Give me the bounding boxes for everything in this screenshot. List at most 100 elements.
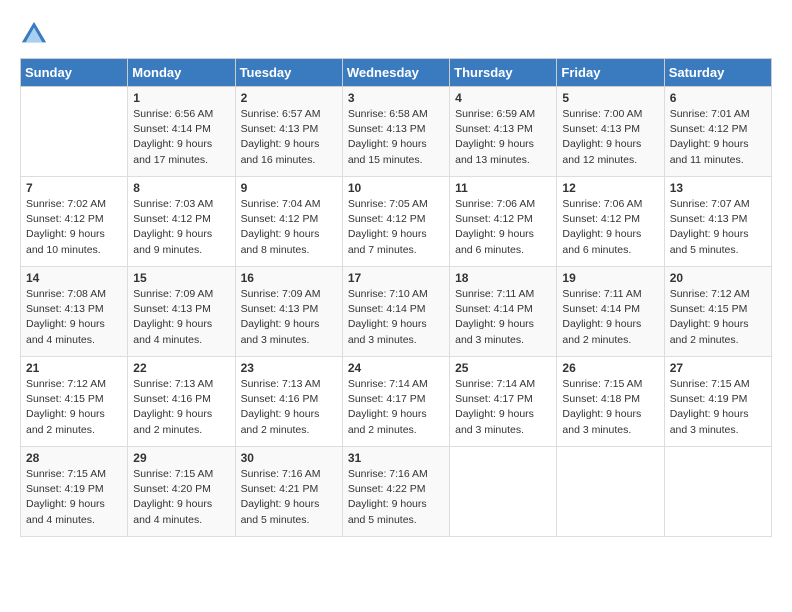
day-info: Sunrise: 7:12 AMSunset: 4:15 PMDaylight:… bbox=[26, 377, 122, 438]
day-number: 4 bbox=[455, 91, 551, 105]
calendar-cell: 15 Sunrise: 7:09 AMSunset: 4:13 PMDayligh… bbox=[128, 267, 235, 357]
calendar-cell: 22Sunrise: 7:13 AMSunset: 4:16 PMDayligh… bbox=[128, 357, 235, 447]
calendar-cell: 12 Sunrise: 7:06 AMSunset: 4:12 PMDayligh… bbox=[557, 177, 664, 267]
calendar-cell: 5 Sunrise: 7:00 AMSunset: 4:13 PMDaylight… bbox=[557, 87, 664, 177]
day-info: Sunrise: 7:10 AMSunset: 4:14 PMDaylight:… bbox=[348, 287, 444, 348]
calendar-week-row: 21 Sunrise: 7:12 AMSunset: 4:15 PMDayligh… bbox=[21, 357, 772, 447]
calendar-cell: 18 Sunrise: 7:11 AMSunset: 4:14 PMDayligh… bbox=[450, 267, 557, 357]
calendar-week-row: 7Sunrise: 7:02 AMSunset: 4:12 PMDaylight… bbox=[21, 177, 772, 267]
calendar-cell: 23Sunrise: 7:13 AMSunset: 4:16 PMDayligh… bbox=[235, 357, 342, 447]
weekday-header: Thursday bbox=[450, 59, 557, 87]
day-number: 1 bbox=[133, 91, 229, 105]
calendar-cell: 25 Sunrise: 7:14 AMSunset: 4:17 PMDayligh… bbox=[450, 357, 557, 447]
day-number: 15 bbox=[133, 271, 229, 285]
day-info: Sunrise: 7:04 AMSunset: 4:12 PMDaylight:… bbox=[241, 197, 337, 258]
day-info: Sunrise: 7:11 AMSunset: 4:14 PMDaylight:… bbox=[562, 287, 658, 348]
day-info: Sunrise: 7:11 AMSunset: 4:14 PMDaylight:… bbox=[455, 287, 551, 348]
day-number: 28 bbox=[26, 451, 122, 465]
day-info: Sunrise: 7:15 AMSunset: 4:19 PMDaylight:… bbox=[26, 467, 122, 528]
day-number: 8 bbox=[133, 181, 229, 195]
day-info: Sunrise: 6:58 AMSunset: 4:13 PMDaylight:… bbox=[348, 107, 444, 168]
day-number: 27 bbox=[670, 361, 766, 375]
day-info: Sunrise: 6:56 AMSunset: 4:14 PMDaylight:… bbox=[133, 107, 229, 168]
calendar-cell: 16Sunrise: 7:09 AMSunset: 4:13 PMDayligh… bbox=[235, 267, 342, 357]
day-info: Sunrise: 7:12 AMSunset: 4:15 PMDaylight:… bbox=[670, 287, 766, 348]
day-number: 7 bbox=[26, 181, 122, 195]
calendar-cell: 24 Sunrise: 7:14 AMSunset: 4:17 PMDayligh… bbox=[342, 357, 449, 447]
calendar-cell: 13 Sunrise: 7:07 AMSunset: 4:13 PMDayligh… bbox=[664, 177, 771, 267]
calendar-cell: 11 Sunrise: 7:06 AMSunset: 4:12 PMDayligh… bbox=[450, 177, 557, 267]
calendar-week-row: 28 Sunrise: 7:15 AMSunset: 4:19 PMDayligh… bbox=[21, 447, 772, 537]
day-number: 17 bbox=[348, 271, 444, 285]
day-number: 2 bbox=[241, 91, 337, 105]
calendar-cell: 4Sunrise: 6:59 AMSunset: 4:13 PMDaylight… bbox=[450, 87, 557, 177]
day-info: Sunrise: 7:05 AMSunset: 4:12 PMDaylight:… bbox=[348, 197, 444, 258]
day-info: Sunrise: 7:00 AMSunset: 4:13 PMDaylight:… bbox=[562, 107, 658, 168]
day-info: Sunrise: 7:09 AMSunset: 4:13 PMDaylight:… bbox=[133, 287, 229, 348]
day-number: 10 bbox=[348, 181, 444, 195]
day-number: 12 bbox=[562, 181, 658, 195]
day-info: Sunrise: 6:57 AMSunset: 4:13 PMDaylight:… bbox=[241, 107, 337, 168]
page-header bbox=[20, 20, 772, 48]
day-number: 6 bbox=[670, 91, 766, 105]
day-info: Sunrise: 7:16 AMSunset: 4:21 PMDaylight:… bbox=[241, 467, 337, 528]
day-number: 22 bbox=[133, 361, 229, 375]
day-number: 30 bbox=[241, 451, 337, 465]
day-info: Sunrise: 7:07 AMSunset: 4:13 PMDaylight:… bbox=[670, 197, 766, 258]
calendar-cell: 2 Sunrise: 6:57 AMSunset: 4:13 PMDaylight… bbox=[235, 87, 342, 177]
calendar-cell: 20 Sunrise: 7:12 AMSunset: 4:15 PMDayligh… bbox=[664, 267, 771, 357]
day-number: 31 bbox=[348, 451, 444, 465]
day-number: 20 bbox=[670, 271, 766, 285]
logo-icon bbox=[20, 20, 48, 48]
weekday-header-row: SundayMondayTuesdayWednesdayThursdayFrid… bbox=[21, 59, 772, 87]
calendar-cell bbox=[21, 87, 128, 177]
day-number: 29 bbox=[133, 451, 229, 465]
day-number: 18 bbox=[455, 271, 551, 285]
day-number: 21 bbox=[26, 361, 122, 375]
weekday-header: Friday bbox=[557, 59, 664, 87]
calendar-cell: 7Sunrise: 7:02 AMSunset: 4:12 PMDaylight… bbox=[21, 177, 128, 267]
calendar-cell: 14 Sunrise: 7:08 AMSunset: 4:13 PMDayligh… bbox=[21, 267, 128, 357]
day-info: Sunrise: 7:01 AMSunset: 4:12 PMDaylight:… bbox=[670, 107, 766, 168]
day-number: 19 bbox=[562, 271, 658, 285]
day-info: Sunrise: 7:08 AMSunset: 4:13 PMDaylight:… bbox=[26, 287, 122, 348]
calendar-cell: 26 Sunrise: 7:15 AMSunset: 4:18 PMDayligh… bbox=[557, 357, 664, 447]
day-info: Sunrise: 7:03 AMSunset: 4:12 PMDaylight:… bbox=[133, 197, 229, 258]
calendar-cell: 3Sunrise: 6:58 AMSunset: 4:13 PMDaylight… bbox=[342, 87, 449, 177]
calendar-cell: 1 Sunrise: 6:56 AMSunset: 4:14 PMDaylight… bbox=[128, 87, 235, 177]
calendar-cell bbox=[557, 447, 664, 537]
calendar-cell: 27Sunrise: 7:15 AMSunset: 4:19 PMDayligh… bbox=[664, 357, 771, 447]
day-info: Sunrise: 7:06 AMSunset: 4:12 PMDaylight:… bbox=[455, 197, 551, 258]
weekday-header: Wednesday bbox=[342, 59, 449, 87]
day-number: 13 bbox=[670, 181, 766, 195]
weekday-header: Saturday bbox=[664, 59, 771, 87]
day-number: 25 bbox=[455, 361, 551, 375]
day-info: Sunrise: 7:16 AMSunset: 4:22 PMDaylight:… bbox=[348, 467, 444, 528]
day-info: Sunrise: 7:15 AMSunset: 4:20 PMDaylight:… bbox=[133, 467, 229, 528]
calendar-cell: 19 Sunrise: 7:11 AMSunset: 4:14 PMDayligh… bbox=[557, 267, 664, 357]
day-number: 14 bbox=[26, 271, 122, 285]
calendar-cell: 9Sunrise: 7:04 AMSunset: 4:12 PMDaylight… bbox=[235, 177, 342, 267]
day-info: Sunrise: 7:06 AMSunset: 4:12 PMDaylight:… bbox=[562, 197, 658, 258]
day-number: 26 bbox=[562, 361, 658, 375]
calendar-cell: 10 Sunrise: 7:05 AMSunset: 4:12 PMDayligh… bbox=[342, 177, 449, 267]
calendar-week-row: 1 Sunrise: 6:56 AMSunset: 4:14 PMDaylight… bbox=[21, 87, 772, 177]
day-info: Sunrise: 7:14 AMSunset: 4:17 PMDaylight:… bbox=[348, 377, 444, 438]
calendar-cell bbox=[664, 447, 771, 537]
weekday-header: Monday bbox=[128, 59, 235, 87]
calendar-cell: 29 Sunrise: 7:15 AMSunset: 4:20 PMDayligh… bbox=[128, 447, 235, 537]
day-number: 24 bbox=[348, 361, 444, 375]
calendar-table: SundayMondayTuesdayWednesdayThursdayFrid… bbox=[20, 58, 772, 537]
day-number: 5 bbox=[562, 91, 658, 105]
day-info: Sunrise: 7:14 AMSunset: 4:17 PMDaylight:… bbox=[455, 377, 551, 438]
day-number: 11 bbox=[455, 181, 551, 195]
weekday-header: Tuesday bbox=[235, 59, 342, 87]
day-info: Sunrise: 7:15 AMSunset: 4:18 PMDaylight:… bbox=[562, 377, 658, 438]
calendar-cell: 6 Sunrise: 7:01 AMSunset: 4:12 PMDaylight… bbox=[664, 87, 771, 177]
calendar-week-row: 14 Sunrise: 7:08 AMSunset: 4:13 PMDayligh… bbox=[21, 267, 772, 357]
calendar-cell: 31 Sunrise: 7:16 AMSunset: 4:22 PMDayligh… bbox=[342, 447, 449, 537]
calendar-cell: 30 Sunrise: 7:16 AMSunset: 4:21 PMDayligh… bbox=[235, 447, 342, 537]
calendar-cell: 17 Sunrise: 7:10 AMSunset: 4:14 PMDayligh… bbox=[342, 267, 449, 357]
day-info: Sunrise: 7:13 AMSunset: 4:16 PMDaylight:… bbox=[241, 377, 337, 438]
calendar-cell bbox=[450, 447, 557, 537]
